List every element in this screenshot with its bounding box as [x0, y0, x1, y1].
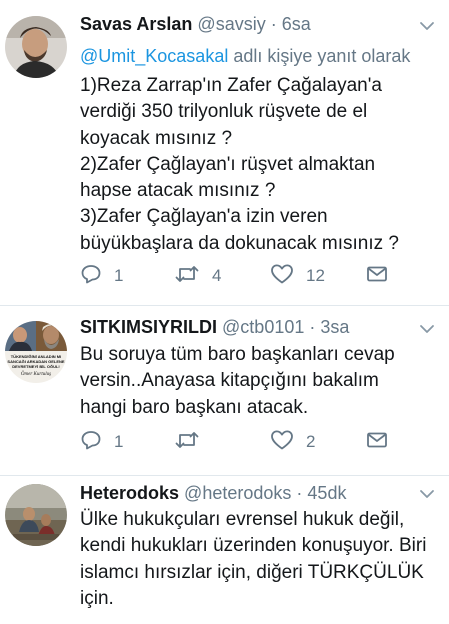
reply-context: @Umit_Kocasakal adlı kişiye yanıt olarak — [80, 46, 410, 67]
separator: · — [309, 317, 316, 337]
retweet-count: 4 — [212, 266, 222, 285]
avatar[interactable] — [5, 16, 67, 78]
tweet-header: Heterodoks @heterodoks · 45dk — [80, 483, 411, 509]
heart-icon — [270, 263, 294, 290]
tweet-header: SITKIMSIYRILDI @ctb0101 · 3sa — [80, 317, 411, 343]
separator: · — [270, 14, 277, 34]
tweet-item[interactable]: Heterodoks @heterodoks · 45dk Ülke hukuk… — [0, 476, 449, 624]
reply-icon — [80, 429, 102, 456]
separator: · — [296, 483, 303, 503]
like-button[interactable]: 2 — [270, 429, 315, 455]
chevron-down-icon[interactable] — [419, 321, 435, 337]
timestamp[interactable]: 6sa — [282, 14, 311, 34]
reply-button[interactable]: 1 — [80, 429, 123, 455]
reply-count: 1 — [114, 266, 124, 285]
user-handle[interactable]: @savsiy — [197, 14, 265, 34]
timestamp[interactable]: 45dk — [307, 483, 346, 503]
like-button[interactable]: 12 — [270, 263, 325, 289]
direct-message-button[interactable] — [366, 263, 388, 289]
reply-icon — [80, 263, 102, 290]
tweet-text: Bu soruya tüm baro başkanları cevap vers… — [80, 344, 395, 418]
envelope-icon — [366, 263, 388, 290]
tweet-item[interactable]: Savas Arslan @savsiy · 6sa @Umit_Kocasak… — [0, 0, 449, 306]
retweet-button[interactable] — [174, 429, 212, 455]
svg-text:Ömer Kurtuluş: Ömer Kurtuluş — [21, 371, 51, 377]
tweet-actions: 1 4 12 — [80, 263, 400, 289]
like-count: 12 — [306, 266, 325, 285]
heart-icon — [270, 429, 294, 456]
chevron-down-icon[interactable] — [419, 486, 435, 502]
retweet-icon — [174, 429, 200, 456]
direct-message-button[interactable] — [366, 429, 388, 455]
timestamp[interactable]: 3sa — [320, 317, 349, 337]
reply-button[interactable]: 1 — [80, 263, 123, 289]
display-name[interactable]: SITKIMSIYRILDI — [80, 317, 217, 337]
like-count: 2 — [306, 432, 316, 451]
svg-text:DEVRETMEYİ BİL OĞUL!: DEVRETMEYİ BİL OĞUL! — [12, 364, 59, 369]
chevron-down-icon[interactable] — [419, 18, 435, 34]
tweet-actions: 1 2 — [80, 429, 400, 455]
user-handle[interactable]: @ctb0101 — [222, 317, 304, 337]
tweet-item[interactable]: TÜKENDİĞİNİ ANLADIN MI SANCAĞI ARKADAN G… — [0, 306, 449, 476]
avatar[interactable] — [5, 484, 67, 546]
retweet-icon — [174, 263, 200, 290]
envelope-icon — [366, 429, 388, 456]
tweet-text: Ülke hukukçuları evrensel hukuk değil, k… — [80, 509, 427, 609]
display-name[interactable]: Savas Arslan — [80, 14, 192, 34]
avatar[interactable]: TÜKENDİĞİNİ ANLADIN MI SANCAĞI ARKADAN G… — [5, 321, 67, 383]
user-handle[interactable]: @heterodoks — [184, 483, 291, 503]
tweet-header: Savas Arslan @savsiy · 6sa — [80, 14, 411, 40]
reply-context-text: adlı kişiye yanıt olarak — [228, 46, 411, 66]
retweet-button[interactable]: 4 — [174, 263, 221, 289]
display-name[interactable]: Heterodoks — [80, 483, 179, 503]
tweet-text: 1)Reza Zarrap'ın Zafer Çağalayan'a verdi… — [80, 75, 399, 254]
reply-mention-link[interactable]: @Umit_Kocasakal — [80, 46, 228, 66]
reply-count: 1 — [114, 432, 124, 451]
